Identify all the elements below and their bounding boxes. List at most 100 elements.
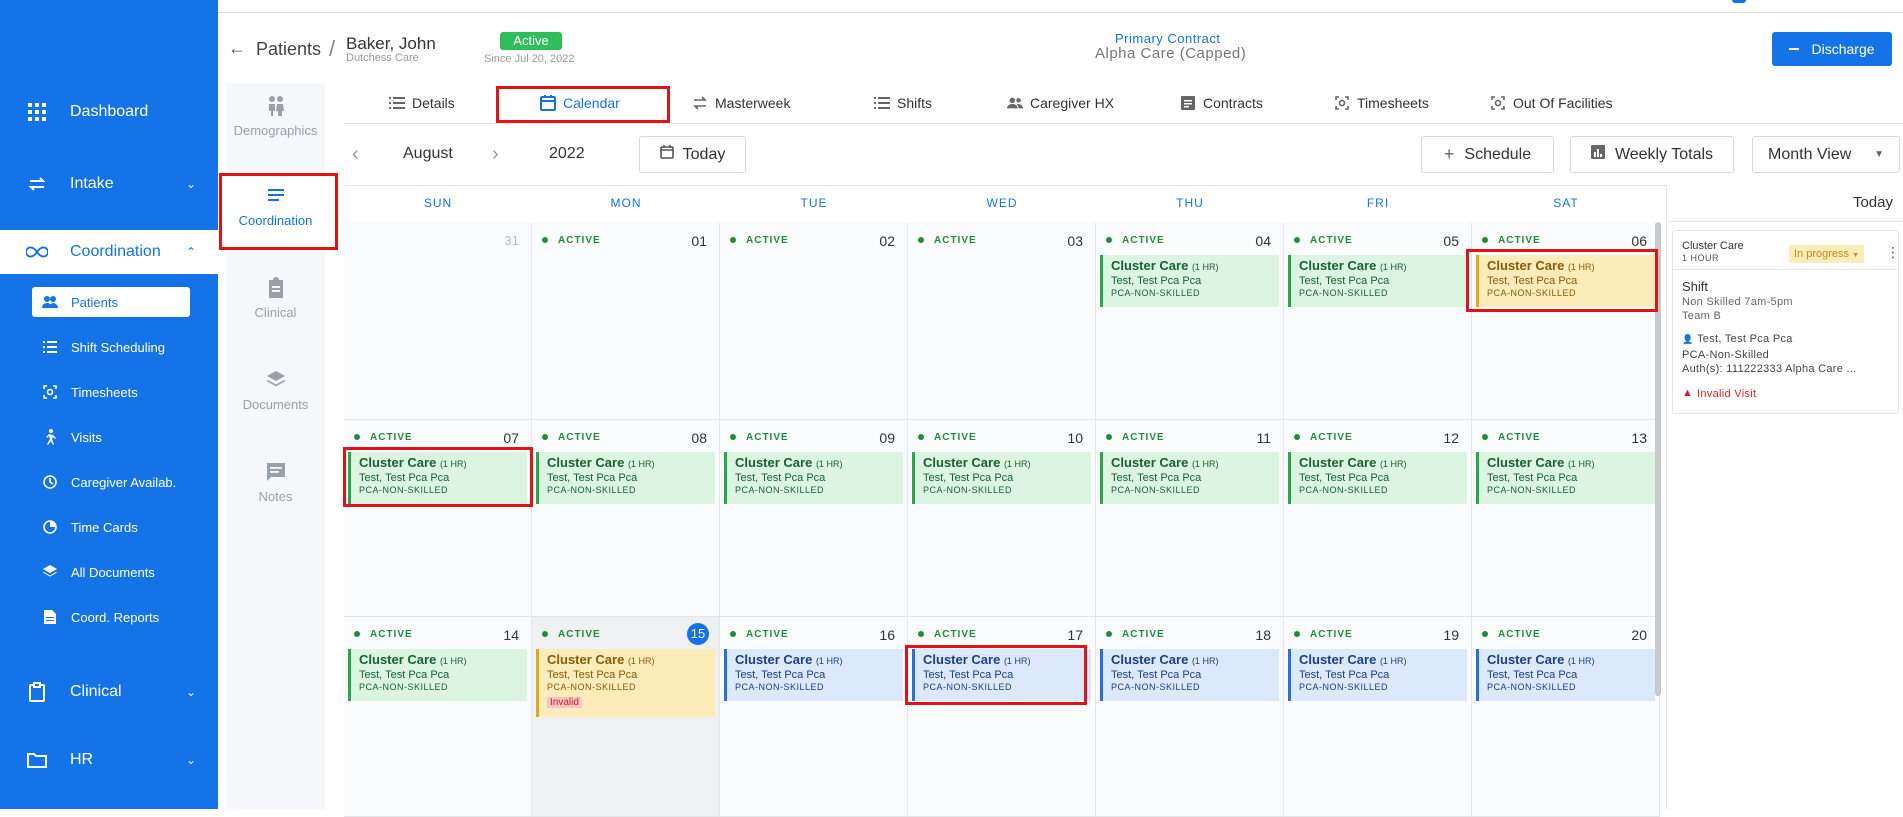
caret-down-icon: ▼	[1852, 252, 1860, 259]
view-select[interactable]: Month View ▼	[1752, 136, 1900, 173]
shift-event[interactable]: Cluster Care (1 HR) Test, Test Pca Pca PCA…	[536, 649, 715, 717]
event-duration: (1 HR)	[627, 459, 655, 469]
calendar-day-cell[interactable]: ACTIVE 10 Cluster Care (1 HR) Test, Test Pc…	[908, 420, 1096, 617]
calendar-icon	[540, 95, 556, 111]
sub-item-coord-reports[interactable]: Coord. Reports	[32, 602, 190, 632]
weekly-totals-button[interactable]: Weekly Totals	[1570, 136, 1734, 173]
month-label[interactable]: August	[403, 145, 453, 163]
calendar-day-cell[interactable]: ACTIVE 17 Cluster Care (1 HR) Test, Test Pc…	[908, 617, 1096, 817]
tab-calendar[interactable]: Calendar	[540, 83, 620, 123]
card-shift-detail: Non Skilled 7am-5pm	[1682, 296, 1793, 308]
calendar-day-cell[interactable]: ACTIVE 09 Cluster Care (1 HR) Test, Test Pc…	[720, 420, 908, 617]
sub-item-label: Visits	[71, 429, 102, 445]
calendar-day-cell[interactable]: ACTIVE 05 Cluster Care (1 HR) Test, Test Pc…	[1284, 223, 1472, 420]
card-caregiver: Test, Test Pca Pca	[1697, 333, 1793, 345]
shift-event[interactable]: Cluster Care (1 HR) Test, Test Pca Pca PCA…	[1288, 452, 1467, 504]
sub-item-shift-scheduling[interactable]: Shift Scheduling	[32, 332, 190, 362]
prev-month-icon[interactable]: ‹	[352, 143, 359, 166]
shift-event[interactable]: Cluster Care (1 HR) Test, Test Pca Pca PCA…	[1100, 649, 1279, 701]
calendar-day-cell[interactable]: ACTIVE 13 Cluster Care (1 HR) Test, Test Pc…	[1472, 420, 1660, 617]
today-visit-card[interactable]: Cluster Care 1 HOUR In progress ▼ ⋮ Shif…	[1672, 230, 1900, 414]
tab-shifts[interactable]: Shifts	[874, 83, 932, 123]
tab-demographics[interactable]: Demographics	[226, 83, 325, 161]
nav-coordination[interactable]: Coordination ⌃	[0, 230, 218, 274]
sub-item-time-cards[interactable]: Time Cards	[32, 512, 190, 542]
schedule-button[interactable]: + Schedule	[1421, 136, 1554, 173]
weekly-totals-label: Weekly Totals	[1614, 145, 1714, 163]
tab-clinical[interactable]: Clinical	[226, 265, 325, 343]
event-title: Cluster Care (1 HR)	[923, 652, 1083, 667]
calendar-day-cell[interactable]: ACTIVE 03	[908, 223, 1096, 420]
event-title: Cluster Care (1 HR)	[923, 455, 1083, 470]
calendar-day-cell[interactable]: ACTIVE 04 Cluster Care (1 HR) Test, Test Pc…	[1096, 223, 1284, 420]
more-vert-icon[interactable]: ⋮	[1886, 244, 1900, 261]
nav-clinical[interactable]: Clinical ⌄	[0, 670, 218, 714]
status-badge[interactable]: In progress ▼	[1789, 245, 1865, 263]
breadcrumb-patients[interactable]: Patients	[256, 39, 321, 60]
shift-event[interactable]: Cluster Care (1 HR) Test, Test Pca Pca PCA…	[912, 649, 1091, 701]
sub-item-visits[interactable]: Visits	[32, 422, 190, 452]
back-arrow-icon[interactable]: ←	[228, 38, 246, 59]
sub-item-timesheets[interactable]: Timesheets	[32, 377, 190, 407]
calendar-day-cell[interactable]: 31	[344, 223, 532, 420]
tab-caregiver-hx[interactable]: Caregiver HX	[1007, 83, 1114, 123]
calendar-day-cell[interactable]: ACTIVE 20 Cluster Care (1 HR) Test, Test Pc…	[1472, 617, 1660, 817]
shift-event[interactable]: Cluster Care (1 HR) Test, Test Pca Pca PCA…	[1100, 452, 1279, 504]
calendar-day-cell[interactable]: ACTIVE 07 Cluster Care (1 HR) Test, Test Pc…	[344, 420, 532, 617]
calendar-day-cell[interactable]: ACTIVE 02	[720, 223, 908, 420]
calendar-day-cell[interactable]: ACTIVE 14 Cluster Care (1 HR) Test, Test Pc…	[344, 617, 532, 817]
shift-event[interactable]: Cluster Care (1 HR) Test, Test Pca Pca PCA…	[1100, 255, 1279, 307]
people-icon	[1007, 95, 1023, 111]
shift-event[interactable]: Cluster Care (1 HR) Test, Test Pca Pca PCA…	[348, 649, 527, 701]
sub-item-all-documents[interactable]: All Documents	[32, 557, 190, 587]
next-month-icon[interactable]: ›	[492, 143, 499, 166]
sub-item-patients[interactable]: Patients	[32, 287, 190, 317]
nav-dashboard[interactable]: Dashboard	[0, 90, 218, 134]
nav-intake[interactable]: Intake ⌄	[0, 162, 218, 206]
event-role: PCA-NON-SKILLED	[1487, 682, 1577, 692]
day-number: 12	[1443, 430, 1459, 446]
tab-details[interactable]: Details	[389, 83, 455, 123]
calendar-day-cell[interactable]: ACTIVE 15 Cluster Care (1 HR) Test, Test Pc…	[532, 617, 720, 817]
shift-event[interactable]: Cluster Care (1 HR) Test, Test Pca Pca PCA…	[1476, 649, 1655, 701]
tab-timesheets[interactable]: Timesheets	[1334, 83, 1429, 123]
discharge-button[interactable]: Discharge	[1772, 32, 1892, 66]
tab-contracts[interactable]: Contracts	[1180, 83, 1263, 123]
tab-documents[interactable]: Documents	[226, 357, 325, 435]
year-label[interactable]: 2022	[549, 145, 585, 163]
shift-event[interactable]: Cluster Care (1 HR) Test, Test Pca Pca PCA…	[1476, 452, 1655, 504]
calendar-day-cell[interactable]: ACTIVE 08 Cluster Care (1 HR) Test, Test Pc…	[532, 420, 720, 617]
shift-event[interactable]: Cluster Care (1 HR) Test, Test Pca Pca PCA…	[1288, 649, 1467, 701]
sub-item-caregiver-availability[interactable]: Caregiver Availab.	[32, 467, 190, 497]
calendar-day-cell[interactable]: ACTIVE 06 Cluster Care (1 HR) Test, Test Pc…	[1472, 223, 1660, 420]
shift-event[interactable]: Cluster Care (1 HR) Test, Test Pca Pca PCA…	[724, 649, 903, 701]
event-title: Cluster Care (1 HR)	[1487, 652, 1647, 667]
shift-event[interactable]: Cluster Care (1 HR) Test, Test Pca Pca PCA…	[1476, 255, 1655, 307]
shift-event[interactable]: Cluster Care (1 HR) Test, Test Pca Pca PCA…	[912, 452, 1091, 504]
shift-event[interactable]: Cluster Care (1 HR) Test, Test Pca Pca PCA…	[348, 452, 527, 504]
shift-event[interactable]: Cluster Care (1 HR) Test, Test Pca Pca PCA…	[536, 452, 715, 504]
calendar-day-cell[interactable]: ACTIVE 01	[532, 223, 720, 420]
event-title-text: Cluster Care	[547, 652, 625, 667]
day-number: 06	[1631, 233, 1647, 249]
tab-out-of-facilities[interactable]: Out Of Facilities	[1490, 83, 1613, 123]
tab-coordination[interactable]: Coordination	[226, 173, 325, 251]
tab-notes[interactable]: Notes	[226, 449, 325, 527]
calendar-day-cell[interactable]: ACTIVE 19 Cluster Care (1 HR) Test, Test Pc…	[1284, 617, 1472, 817]
calendar-day-cell[interactable]: ACTIVE 12 Cluster Care (1 HR) Test, Test Pc…	[1284, 420, 1472, 617]
calendar-scrollbar[interactable]	[1655, 222, 1661, 696]
tab-masterweek[interactable]: Masterweek	[692, 83, 790, 123]
event-duration: (1 HR)	[1567, 656, 1595, 666]
event-caregiver: Test, Test Pca Pca	[359, 472, 450, 484]
nav-hr[interactable]: HR ⌄	[0, 738, 218, 782]
calendar-day-cell[interactable]: ACTIVE 18 Cluster Care (1 HR) Test, Test Pc…	[1096, 617, 1284, 817]
event-role: PCA-NON-SKILLED	[547, 485, 637, 495]
today-button[interactable]: Today	[639, 136, 746, 173]
calendar-day-cell[interactable]: ACTIVE 11 Cluster Care (1 HR) Test, Test Pc…	[1096, 420, 1284, 617]
shift-event[interactable]: Cluster Care (1 HR) Test, Test Pca Pca PCA…	[1288, 255, 1467, 307]
scan-icon	[42, 384, 58, 400]
discharge-button-label: Discharge	[1811, 41, 1875, 57]
calendar-day-cell[interactable]: ACTIVE 16 Cluster Care (1 HR) Test, Test Pc…	[720, 617, 908, 817]
day-status-label: ACTIVE	[730, 629, 789, 640]
shift-event[interactable]: Cluster Care (1 HR) Test, Test Pca Pca PCA…	[724, 452, 903, 504]
